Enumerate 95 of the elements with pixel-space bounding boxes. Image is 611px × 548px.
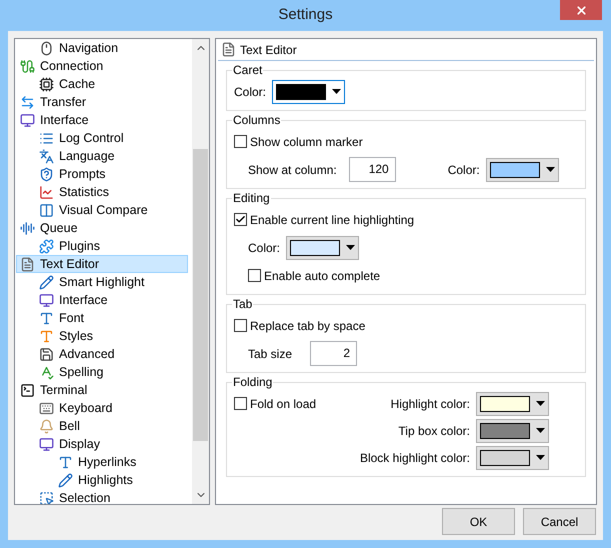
caret-icon [536, 455, 545, 460]
puzzle-icon [39, 238, 54, 254]
shield-icon [39, 166, 54, 182]
tree-item[interactable]: Cache [38, 75, 98, 93]
tree-item[interactable]: Visual Compare [38, 201, 151, 219]
tree-item[interactable]: Hyperlinks [57, 453, 140, 471]
cable-icon [20, 58, 35, 74]
tree-item[interactable]: Keyboard [38, 399, 116, 417]
number-field[interactable]: 2 [310, 341, 357, 366]
document-icon [20, 256, 35, 272]
tree-item[interactable]: Terminal [19, 381, 90, 399]
chart-icon [39, 184, 54, 200]
tree-item[interactable]: Interface [19, 111, 92, 129]
spellcheck-icon [39, 364, 54, 380]
caret-icon [546, 167, 555, 172]
tree-item[interactable]: Selection [38, 489, 114, 504]
caret-icon [536, 401, 545, 406]
tree-item[interactable]: Log Control [38, 129, 127, 147]
field-label: Block highlight color: [360, 450, 470, 466]
tree-item[interactable]: Styles [38, 327, 96, 345]
tree-item[interactable]: Interface [38, 291, 111, 309]
field-label: Tab size [248, 346, 294, 362]
checkbox[interactable] [234, 213, 247, 226]
group-title: Editing [232, 190, 271, 206]
arrows-icon [20, 94, 35, 110]
scroll-thumb[interactable] [193, 149, 208, 441]
close-icon [574, 4, 588, 16]
caret-icon [536, 428, 545, 433]
checkbox-label: Show column marker [250, 134, 363, 150]
number-field[interactable]: 120 [348, 157, 396, 182]
scrollbar[interactable] [192, 39, 209, 504]
field-label: Tip box color: [398, 422, 470, 440]
checkbox-label: Enable auto complete [264, 268, 380, 284]
checkbox[interactable] [234, 397, 247, 410]
dialog-button[interactable]: Cancel [523, 508, 596, 535]
tree-item[interactable]: Smart Highlight [38, 273, 148, 291]
mouse-icon [39, 40, 54, 56]
field-label: Color: [248, 240, 280, 256]
tree-item[interactable]: Display [38, 435, 103, 453]
field-label: Color: [234, 84, 266, 100]
tree-item[interactable]: Language [38, 147, 118, 165]
language-icon [39, 148, 54, 164]
tree-item[interactable]: Font [38, 309, 88, 327]
tree-item[interactable]: Spelling [38, 363, 106, 381]
checkbox[interactable] [248, 269, 261, 282]
checkbox[interactable] [234, 319, 247, 332]
field-label: Highlight color: [390, 396, 470, 412]
caret-icon [332, 89, 342, 94]
document-icon [221, 42, 236, 57]
letter-icon [58, 454, 73, 470]
floppy-icon [39, 346, 54, 362]
color-picker[interactable] [272, 80, 346, 104]
pencil-icon [39, 274, 54, 290]
pencil-icon [58, 472, 73, 488]
chip-icon [39, 76, 54, 92]
tree-item[interactable]: Highlights [57, 471, 136, 489]
tree-item[interactable]: Queue [19, 219, 81, 237]
field-label: Show at column: [248, 162, 337, 178]
monitor-icon [39, 292, 54, 308]
letter-icon [39, 328, 54, 344]
monitor-icon [39, 436, 54, 452]
bell-icon [39, 418, 54, 434]
tree-item[interactable]: Advanced [38, 345, 118, 363]
caret-icon [346, 245, 356, 250]
field-label: Color: [448, 162, 480, 178]
tree-item[interactable]: Navigation [38, 39, 122, 57]
bars-icon [20, 220, 35, 236]
dialog-button[interactable]: OK [442, 508, 515, 535]
columns-icon [39, 202, 54, 218]
close-button[interactable] [560, 0, 602, 20]
selection-icon [39, 490, 54, 504]
color-picker[interactable] [476, 418, 549, 442]
list-icon [39, 130, 54, 146]
group-title: Folding [232, 374, 274, 390]
tree-item[interactable]: Text Editor [16, 255, 188, 273]
checkbox[interactable] [234, 135, 247, 148]
color-picker[interactable] [476, 392, 549, 416]
tree-item[interactable]: Connection [19, 57, 106, 75]
tree-item[interactable]: Plugins [38, 237, 103, 255]
letter-icon [39, 310, 54, 326]
tree-item[interactable]: Transfer [19, 93, 90, 111]
tree-item[interactable]: Prompts [38, 165, 109, 183]
checkbox-label: Replace tab by space [250, 318, 366, 334]
color-picker[interactable] [476, 446, 549, 470]
checkbox-label: Enable current line highlighting [250, 212, 414, 228]
color-picker[interactable] [486, 158, 559, 182]
checkbox-label: Fold on load [250, 396, 316, 412]
panel-title: Text Editor [240, 42, 297, 58]
terminal-icon [20, 382, 35, 398]
tree-item[interactable]: Bell [38, 417, 83, 435]
color-picker[interactable] [286, 236, 360, 260]
window-title: Settings [278, 5, 333, 26]
monitor-icon [20, 112, 35, 128]
tree-item[interactable]: Statistics [38, 183, 112, 201]
keyboard-icon [39, 400, 54, 416]
